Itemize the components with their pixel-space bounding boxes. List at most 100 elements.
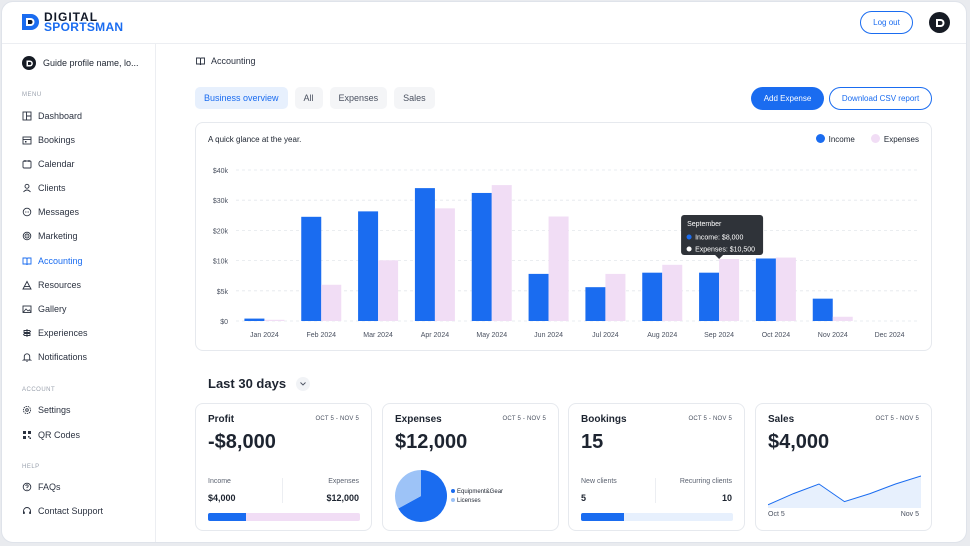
avatar-logo-icon — [935, 18, 944, 27]
expenses-pie-chart — [395, 470, 447, 522]
y-tick-label: $40k — [213, 168, 229, 175]
sidebar-item-calendar[interactable]: Calendar — [22, 157, 75, 171]
bar-expenses[interactable] — [605, 273, 626, 321]
sidebar-item-clients[interactable]: Clients — [22, 181, 66, 195]
profile-logo-icon — [26, 60, 33, 66]
sidebar-item-messages[interactable]: Messages — [22, 205, 79, 219]
profile-name: Guide profile name, lo... — [43, 58, 139, 68]
sidebar-item-label: QR Codes — [38, 430, 81, 440]
profit-card[interactable]: Profit OCT 5 - NOV 5 -$8,000 Income Expe… — [195, 403, 372, 531]
sidebar-item-notifications[interactable]: Notifications — [22, 350, 87, 364]
sidebar-item-experiences[interactable]: Experiences — [22, 326, 88, 340]
bar-expenses[interactable] — [434, 208, 455, 321]
sidebar-item-accounting[interactable]: Accounting — [22, 254, 83, 268]
sidebar-item-dashboard[interactable]: Dashboard — [22, 109, 82, 123]
pie-legend: Equipment&Gear Licenses — [451, 488, 503, 506]
bar-income[interactable] — [244, 318, 265, 321]
sidebar-item-marketing[interactable]: Marketing — [22, 229, 78, 243]
profile-switcher[interactable]: Guide profile name, lo... — [22, 56, 139, 70]
card-title: Sales — [768, 414, 795, 425]
download-csv-button[interactable]: Download CSV report — [829, 87, 932, 110]
brand-logo[interactable]: DIGITAL SPORTSMAN — [20, 11, 123, 33]
bar-expenses[interactable] — [321, 284, 342, 321]
experiences-icon — [22, 329, 32, 337]
bar-income[interactable] — [414, 188, 435, 321]
sidebar-item-label: Resources — [38, 280, 82, 290]
tab-expenses[interactable]: Expenses — [329, 87, 388, 109]
bar-income[interactable] — [755, 258, 776, 321]
trend-start-date: Oct 5 — [768, 511, 785, 518]
bar-expenses[interactable] — [378, 260, 399, 321]
bar-expenses[interactable] — [548, 216, 569, 321]
x-tick-label: Dec 2024 — [875, 332, 905, 339]
bar-expenses[interactable] — [719, 259, 740, 321]
marketing-icon — [22, 231, 32, 241]
logout-button[interactable]: Log out — [860, 11, 913, 34]
x-tick-label: Jun 2024 — [534, 332, 563, 339]
new-clients-value: 5 — [581, 493, 587, 503]
bar-income[interactable] — [528, 273, 549, 321]
y-tick-label: $30k — [213, 198, 229, 205]
sidebar-item-contact-support[interactable]: Contact Support — [22, 504, 103, 518]
period-selector[interactable]: Last 30 days — [208, 376, 311, 391]
card-date-range: OCT 5 - NOV 5 — [688, 416, 732, 422]
y-tick-label: $20k — [213, 228, 229, 235]
pie-legend-label: Licenses — [457, 498, 481, 504]
card-value: $12,000 — [395, 431, 468, 453]
tab-all[interactable]: All — [294, 87, 323, 109]
sales-card[interactable]: Sales OCT 5 - NOV 5 $4,000 Oct 5 Nov 5 — [755, 403, 932, 531]
expenses-card[interactable]: Expenses OCT 5 - NOV 5 $12,000 Equipment… — [382, 403, 559, 531]
gallery-icon — [22, 305, 32, 313]
accounting-icon — [22, 257, 32, 266]
menu-section-label: MENU — [22, 92, 42, 98]
sidebar-item-qr-codes[interactable]: QR Codes — [22, 428, 80, 442]
sidebar-item-resources[interactable]: Resources — [22, 278, 81, 292]
card-date-range: OCT 5 - NOV 5 — [875, 416, 919, 422]
bar-income[interactable] — [699, 272, 720, 321]
pie-legend-label: Equipment&Gear — [457, 489, 504, 495]
app-window: DIGITAL SPORTSMAN Log out Guide profile … — [1, 1, 967, 543]
bar-income[interactable] — [812, 298, 833, 321]
y-tick-label: $10k — [213, 259, 229, 266]
bookings-card[interactable]: Bookings OCT 5 - NOV 5 15 New clients Re… — [568, 403, 745, 531]
card-value: $4,000 — [768, 431, 830, 453]
x-tick-label: Feb 2024 — [306, 332, 336, 339]
account-section-label: ACCOUNT — [22, 387, 56, 393]
tab-sales[interactable]: Sales — [394, 87, 435, 109]
expenses-label: Expenses — [328, 478, 359, 485]
bar-expenses[interactable] — [264, 319, 285, 321]
x-tick-label: Jul 2024 — [592, 332, 619, 339]
bar-income[interactable] — [301, 216, 322, 321]
x-tick-label: Jan 2024 — [250, 332, 279, 339]
clients-ratio-fill — [581, 513, 624, 521]
bar-expenses[interactable] — [775, 257, 796, 321]
sidebar-item-label: Settings — [38, 405, 71, 415]
calendar-icon — [22, 160, 32, 169]
bar-income[interactable] — [585, 287, 606, 321]
divider — [282, 478, 283, 503]
bar-expenses[interactable] — [832, 316, 853, 321]
sidebar-item-label: Dashboard — [38, 111, 83, 121]
chevron-down-icon[interactable] — [296, 376, 311, 391]
page-title: Accounting — [211, 56, 256, 66]
bar-expenses[interactable] — [662, 264, 683, 321]
notifications-icon — [22, 353, 32, 362]
add-expense-button[interactable]: Add Expense — [751, 87, 824, 110]
main-content: Accounting Business overview All Expense… — [157, 44, 966, 542]
recurring-clients-label: Recurring clients — [679, 478, 732, 485]
sidebar-item-faqs[interactable]: FAQs — [22, 480, 61, 494]
y-tick-label: $0 — [220, 319, 228, 326]
bar-expenses[interactable] — [491, 185, 512, 321]
bar-income[interactable] — [358, 211, 379, 321]
sidebar-item-gallery[interactable]: Gallery — [22, 302, 67, 316]
user-avatar[interactable] — [929, 12, 950, 33]
tab-business-overview[interactable]: Business overview — [195, 87, 288, 109]
bar-income[interactable] — [642, 272, 663, 321]
sidebar-item-bookings[interactable]: Bookings — [22, 133, 75, 147]
sidebar-item-settings[interactable]: Settings — [22, 403, 71, 417]
clients-icon — [23, 183, 31, 193]
tab-bar: Business overview All Expenses Sales — [195, 87, 435, 109]
x-tick-label: Mar 2024 — [363, 332, 393, 339]
trend-end-date: Nov 5 — [900, 511, 919, 518]
bar-income[interactable] — [471, 192, 492, 321]
